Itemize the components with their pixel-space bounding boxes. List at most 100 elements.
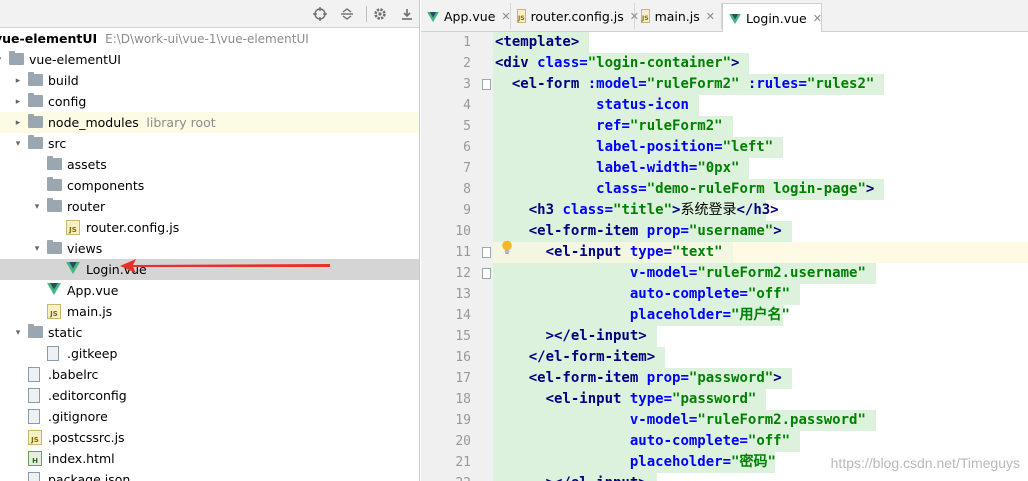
code-line[interactable]: 2 <div class="login-container">	[463, 53, 1028, 74]
expand-arrow-icon[interactable]: ▾	[13, 328, 23, 338]
code-line[interactable]: 18 <el-input type="password"	[455, 389, 1028, 410]
close-tab-icon[interactable]: ✕	[706, 10, 715, 23]
editor-tab[interactable]: App.vue ✕	[421, 3, 511, 29]
code-token: prop=	[646, 370, 689, 386]
code-line[interactable]: 4 status-icon	[463, 95, 1028, 116]
tree-item[interactable]: ▸ node_modules library root	[0, 112, 419, 133]
collapse-arrow-icon[interactable]: ▸	[13, 76, 23, 86]
code-text: </el-form-item>	[529, 347, 655, 368]
fold-marker-icon[interactable]	[482, 268, 491, 279]
editor-tab[interactable]: JS router.config.js ✕	[511, 3, 639, 29]
code-text: <el-form-item prop="username">	[529, 221, 782, 242]
code-line[interactable]: 9 <h3 class="title">系统登录</h3>	[463, 200, 1028, 221]
expand-arrow-icon[interactable]: ▾	[32, 244, 42, 254]
tree-item-label: config	[48, 94, 87, 109]
code-token: >	[865, 181, 875, 197]
project-root-header[interactable]: vue-elementUI E:\D\work-ui\vue-1\vue-ele…	[0, 28, 419, 49]
crosshair-icon[interactable]	[311, 5, 329, 23]
code-line[interactable]: 7 label-width="0px"	[463, 158, 1028, 179]
tree-item[interactable]: JS main.js	[0, 301, 419, 322]
tree-item[interactable]: Hindex.html	[0, 448, 419, 469]
editor-tab-bar: App.vue ✕ JS router.config.js ✕ JS main.js ✕ Log…	[421, 0, 1028, 32]
line-number: 18	[455, 392, 471, 407]
tree-item[interactable]: JS router.config.js	[0, 217, 419, 238]
expand-arrow-icon[interactable]: ▾	[32, 202, 42, 212]
folder-icon	[47, 240, 62, 254]
collapse-icon[interactable]	[338, 5, 356, 23]
collapse-arrow-icon[interactable]: ▸	[13, 97, 23, 107]
expand-arrow-icon[interactable]: ▾	[0, 55, 4, 65]
fold-column	[481, 32, 493, 481]
editor-tab[interactable]: JS main.js ✕	[635, 3, 722, 29]
project-root-path: E:\D\work-ui\vue-1\vue-elementUI	[105, 31, 309, 46]
editor-tab-label: router.config.js	[530, 8, 624, 24]
code-line[interactable]: 20 auto-complete="off"	[455, 431, 1028, 452]
tree-item[interactable]: JS .postcssrc.js	[0, 427, 419, 448]
expand-arrow-icon[interactable]: ▾	[13, 139, 23, 149]
tree-item-label: .gitkeep	[67, 346, 118, 361]
folder-icon	[28, 72, 43, 86]
tree-item[interactable]: ▾ router	[0, 196, 419, 217]
tree-item[interactable]: .editorconfig	[0, 385, 419, 406]
code-line[interactable]: 19 v-model="ruleForm2.password"	[455, 410, 1028, 431]
code-token: "off"	[747, 286, 791, 302]
code-line[interactable]: 5 ref="ruleForm2"	[463, 116, 1028, 137]
line-number: 20	[455, 434, 471, 449]
tree-item[interactable]: App.vue	[0, 280, 419, 301]
tree-item[interactable]: ▾ static	[0, 322, 419, 343]
tree-item[interactable]: package.json	[0, 469, 419, 481]
tree-item[interactable]: .gitignore	[0, 406, 419, 427]
code-line[interactable]: 15 ></el-input>	[455, 326, 1028, 347]
tree-item[interactable]: ▾ src	[0, 133, 419, 154]
code-text: ref="ruleForm2"	[596, 116, 722, 137]
close-tab-icon[interactable]: ✕	[501, 10, 510, 23]
code-token: v-model=	[629, 265, 698, 281]
tree-item[interactable]: .babelrc	[0, 364, 419, 385]
tree-item-note: library root	[146, 115, 216, 130]
fold-marker-icon[interactable]	[482, 247, 491, 258]
code-token: placeholder=	[629, 307, 732, 323]
tree-item[interactable]: assets	[0, 154, 419, 175]
code-token: label-width=	[596, 160, 698, 176]
vue-file-icon	[47, 283, 62, 298]
tree-item[interactable]: ▾ vue-elementUI	[0, 49, 419, 70]
code-line[interactable]: 1 <template>	[463, 32, 1028, 53]
html-file-icon: H	[28, 451, 42, 466]
line-number: 12	[455, 266, 471, 281]
lightbulb-icon[interactable]	[501, 240, 513, 256]
code-line[interactable]: 13 auto-complete="off"	[455, 284, 1028, 305]
code-line[interactable]: 16 </el-form-item>	[455, 347, 1028, 368]
code-line[interactable]: 10 <el-form-item prop="username">	[455, 221, 1028, 242]
code-token: auto-complete=	[629, 433, 748, 449]
code-line[interactable]: 8 class="demo-ruleForm login-page">	[463, 179, 1028, 200]
tree-item[interactable]: .gitkeep	[0, 343, 419, 364]
code-line[interactable]: 17 <el-form-item prop="password">	[455, 368, 1028, 389]
project-toolbar	[0, 0, 419, 28]
collapse-arrow-icon[interactable]: ▸	[13, 118, 23, 128]
code-area[interactable]: 1 <template> 2 <div class="login-container"…	[455, 32, 1028, 481]
hide-icon[interactable]	[398, 5, 416, 23]
code-line[interactable]: 12 v-model="ruleForm2.username"	[455, 263, 1028, 284]
code-text: v-model="ruleForm2.username"	[630, 263, 866, 284]
code-text: <template>	[495, 32, 579, 53]
code-line[interactable]: 22></el-input>	[455, 473, 1028, 481]
fold-marker-icon[interactable]	[482, 79, 491, 90]
tree-item[interactable]: ▾ views	[0, 238, 419, 259]
code-token: "ruleForm2.username"	[697, 265, 866, 281]
code-line[interactable]: 14 placeholder="用户名"	[455, 305, 1028, 326]
code-text: placeholder="用户名"	[630, 305, 790, 326]
tree-item[interactable]: ▸ config	[0, 91, 419, 112]
code-line[interactable]: 3 <el-form :model="ruleForm2" :rules="rul…	[463, 74, 1028, 95]
code-token: "用户名"	[731, 307, 790, 323]
code-text: ></el-input>	[546, 473, 647, 481]
close-tab-icon[interactable]: ✕	[813, 12, 822, 25]
code-line[interactable]: 11 <el-input type="text"	[455, 242, 1028, 263]
tree-item-label: package.json	[48, 472, 131, 481]
tree-item[interactable]: ▸ build	[0, 70, 419, 91]
gear-icon[interactable]	[371, 5, 389, 23]
editor-tab[interactable]: Login.vue ✕	[722, 3, 822, 32]
folder-icon	[28, 93, 43, 107]
code-line[interactable]: 6 label-position="left"	[463, 137, 1028, 158]
line-number: 3	[463, 77, 471, 92]
tree-item[interactable]: components	[0, 175, 419, 196]
